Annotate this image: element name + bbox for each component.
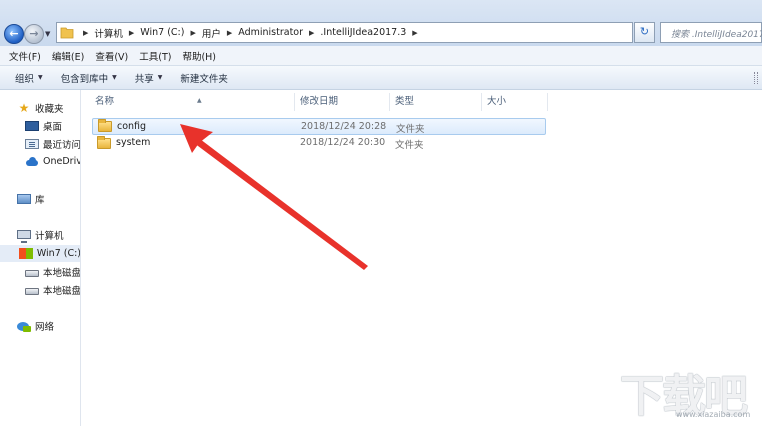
chevron-down-icon: ▼ xyxy=(112,74,117,81)
forward-button[interactable]: → xyxy=(24,24,44,44)
nav-network-label: 网络 xyxy=(35,321,55,333)
computer-icon xyxy=(17,230,31,243)
file-row-system[interactable]: system 2018/12/24 20:30 文件夹 xyxy=(92,135,546,152)
breadcrumb-separator-icon[interactable]: ▶ xyxy=(190,29,195,37)
nav-computer-label: 计算机 xyxy=(35,230,64,242)
command-bar: 组织 ▼ 包含到库中 ▼ 共享 ▼ 新建文件夹 xyxy=(0,66,762,90)
breadcrumb-drive[interactable]: Win7 (C:) xyxy=(140,27,184,38)
file-name: config xyxy=(117,121,147,132)
toolbar-grip[interactable] xyxy=(754,72,758,84)
column-name-label: 名称 xyxy=(95,96,115,107)
nav-libraries-label: 库 xyxy=(35,194,45,206)
refresh-button[interactable]: ↻ xyxy=(634,22,655,43)
sort-ascending-icon: ▲ xyxy=(197,97,202,104)
column-type-label: 类型 xyxy=(395,96,415,107)
file-type: 文件夹 xyxy=(395,140,424,151)
breadcrumb-separator-icon[interactable]: ▶ xyxy=(83,29,88,37)
share-label: 共享 xyxy=(134,73,154,85)
navigation-pane[interactable]: ★ 收藏夹 桌面 最近访问的位置 OneDrive 库 计算机 Win7 (C:… xyxy=(0,90,81,426)
nav-drive-c-label: Win7 (C:) xyxy=(36,248,81,259)
file-row-config[interactable]: config 2018/12/24 20:28 文件夹 xyxy=(92,118,546,135)
breadcrumb-separator-icon[interactable]: ▶ xyxy=(309,29,314,37)
breadcrumb: ▶ 计算机 ▶ Win7 (C:) ▶ 用户 ▶ Administrator ▶… xyxy=(77,23,424,42)
breadcrumb-users[interactable]: 用户 xyxy=(202,26,221,40)
column-size-label: 大小 xyxy=(487,96,507,107)
organize-label: 组织 xyxy=(15,73,35,85)
nav-local-disk-2[interactable]: 本地磁盘 xyxy=(25,281,81,298)
new-folder-label: 新建文件夹 xyxy=(180,73,228,85)
file-type: 文件夹 xyxy=(396,124,425,135)
breadcrumb-separator-icon[interactable]: ▶ xyxy=(227,29,232,37)
nav-desktop[interactable]: 桌面 xyxy=(25,117,62,134)
nav-onedrive[interactable]: OneDrive xyxy=(25,153,80,170)
folder-icon xyxy=(60,27,74,39)
column-header-date[interactable]: 修改日期 xyxy=(295,93,390,111)
hard-disk-icon xyxy=(25,287,39,295)
include-library-button[interactable]: 包含到库中 ▼ xyxy=(61,71,117,85)
new-folder-button[interactable]: 新建文件夹 xyxy=(180,71,228,85)
organize-button[interactable]: 组织 ▼ xyxy=(15,71,43,85)
arrow-left-icon: ← xyxy=(9,27,19,40)
menu-view[interactable]: 查看(V) xyxy=(95,49,128,63)
nav-desktop-label: 桌面 xyxy=(43,121,63,133)
menu-help[interactable]: 帮助(H) xyxy=(182,49,216,63)
chevron-down-icon: ▼ xyxy=(38,74,43,81)
search-placeholder: 搜索 .IntelliJIdea2017.3 xyxy=(671,30,762,40)
watermark-url: www.xiazaiba.com xyxy=(676,410,751,419)
arrow-right-icon: → xyxy=(29,27,39,40)
nav-recent-label: 最近访问的位置 xyxy=(43,139,81,151)
column-header-size[interactable]: 大小 xyxy=(482,93,548,111)
nav-local-disk-1-label: 本地磁盘 xyxy=(43,267,81,279)
windows-drive-icon xyxy=(18,248,33,259)
address-bar[interactable]: ▶ 计算机 ▶ Win7 (C:) ▶ 用户 ▶ Administrator ▶… xyxy=(56,22,679,43)
nav-onedrive-label: OneDrive xyxy=(43,156,80,167)
library-icon xyxy=(17,193,31,204)
folder-icon xyxy=(97,136,111,149)
menu-tools[interactable]: 工具(T) xyxy=(139,49,171,63)
breadcrumb-computer[interactable]: 计算机 xyxy=(94,26,123,40)
file-date: 2018/12/24 20:30 xyxy=(300,137,386,148)
breadcrumb-separator-icon[interactable]: ▶ xyxy=(412,29,417,37)
menu-bar: 文件(F) 编辑(E) 查看(V) 工具(T) 帮助(H) xyxy=(0,46,762,66)
address-row: ← → ▼ ▶ 计算机 ▶ Win7 (C:) ▶ 用户 ▶ Administr… xyxy=(0,0,762,46)
file-date: 2018/12/24 20:28 xyxy=(301,121,387,132)
include-library-label: 包含到库中 xyxy=(60,73,109,85)
hard-disk-icon xyxy=(25,269,39,277)
nav-network[interactable]: 网络 xyxy=(17,317,54,334)
nav-computer[interactable]: 计算机 xyxy=(17,226,64,243)
column-header-name[interactable]: 名称 ▲ xyxy=(90,93,295,111)
star-icon: ★ xyxy=(18,100,30,115)
chevron-down-icon: ▼ xyxy=(157,74,163,81)
recent-places-icon xyxy=(25,138,39,149)
column-date-label: 修改日期 xyxy=(300,96,339,107)
cloud-icon xyxy=(25,156,39,168)
column-header-type[interactable]: 类型 xyxy=(390,93,482,111)
nav-local-disk-2-label: 本地磁盘 xyxy=(43,285,81,297)
breadcrumb-separator-icon[interactable]: ▶ xyxy=(129,29,134,37)
desktop-icon xyxy=(25,120,39,131)
breadcrumb-intellij[interactable]: .IntelliJIdea2017.3 xyxy=(320,27,406,38)
folder-icon xyxy=(98,119,112,132)
nav-libraries[interactable]: 库 xyxy=(17,190,45,207)
search-box[interactable]: 搜索 .IntelliJIdea2017.3 xyxy=(660,22,762,43)
refresh-icon: ↻ xyxy=(639,25,650,38)
file-name: system xyxy=(116,137,151,148)
nav-favorites[interactable]: ★ 收藏夹 xyxy=(17,99,64,116)
menu-edit[interactable]: 编辑(E) xyxy=(52,49,84,63)
watermark: 下载吧 www.xiazaiba.com xyxy=(620,360,760,424)
share-button[interactable]: 共享 ▼ xyxy=(135,71,163,85)
history-dropdown-icon[interactable]: ▼ xyxy=(45,30,50,38)
network-icon xyxy=(17,320,31,332)
nav-favorites-label: 收藏夹 xyxy=(35,103,64,115)
back-button[interactable]: ← xyxy=(4,24,24,44)
nav-drive-c[interactable]: Win7 (C:) xyxy=(0,245,81,262)
breadcrumb-administrator[interactable]: Administrator xyxy=(238,27,303,38)
nav-recent[interactable]: 最近访问的位置 xyxy=(25,135,81,152)
nav-local-disk-1[interactable]: 本地磁盘 xyxy=(25,263,81,280)
menu-file[interactable]: 文件(F) xyxy=(9,49,41,63)
